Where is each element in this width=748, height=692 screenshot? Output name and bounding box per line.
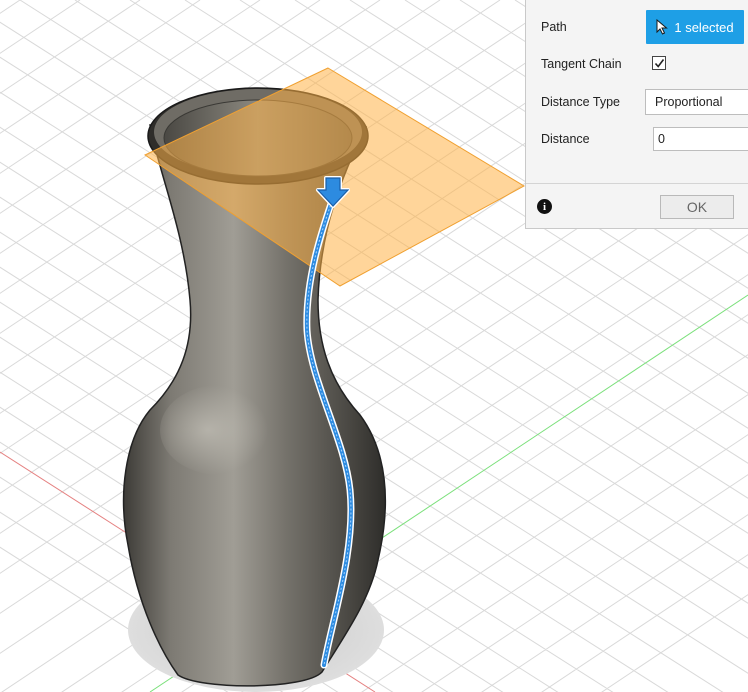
sweep-path-panel: Path 1 selected Tangent Chain Distance T… <box>525 0 748 229</box>
distance-input[interactable] <box>653 127 748 151</box>
path-selection-text: 1 selected <box>674 19 734 35</box>
distance-label: Distance <box>541 132 590 146</box>
distance-type-select[interactable]: Proportional <box>645 89 748 115</box>
cursor-arrow-icon <box>656 19 669 35</box>
ok-button[interactable]: OK <box>660 195 734 219</box>
tangent-chain-label: Tangent Chain <box>541 57 622 71</box>
distance-type-label: Distance Type <box>541 95 620 109</box>
checkmark-icon <box>654 58 664 68</box>
info-icon[interactable]: i <box>537 199 552 214</box>
panel-divider <box>526 183 748 184</box>
tangent-chain-checkbox[interactable] <box>652 56 666 70</box>
path-selection-button[interactable]: 1 selected <box>646 10 744 44</box>
path-label: Path <box>541 20 567 34</box>
vase-highlight <box>160 385 280 475</box>
